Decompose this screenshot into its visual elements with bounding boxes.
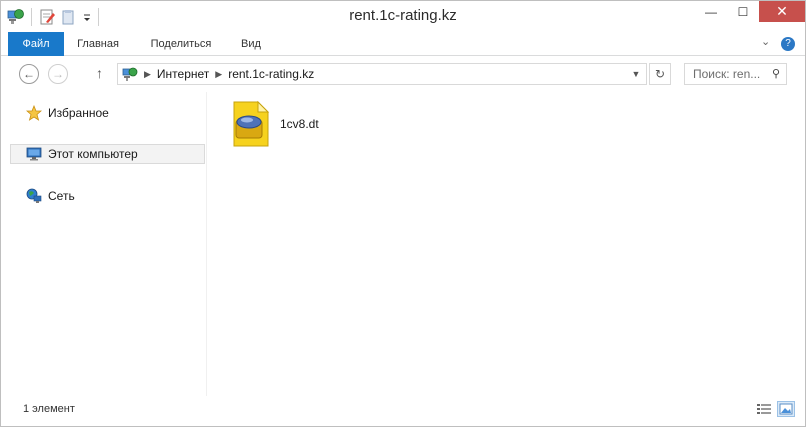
explorer-window: rent.1c-rating.kz — ☐ ✕ Файл Главная Под… xyxy=(0,0,806,427)
large-icons-view-icon[interactable] xyxy=(777,401,795,417)
nav-item-label: Сеть xyxy=(48,189,75,203)
nav-item-label: Избранное xyxy=(48,106,109,120)
network-icon xyxy=(26,188,42,204)
status-bar: 1 элемент xyxy=(1,397,805,426)
file-list: 1cv8.dt xyxy=(208,92,805,396)
tab-home[interactable]: Главная xyxy=(69,32,127,56)
item-count: 1 элемент xyxy=(23,403,75,415)
1c-database-file-icon xyxy=(230,100,270,148)
address-bar[interactable]: ▶ Интернет ▶ rent.1c-rating.kz ▼ xyxy=(117,63,647,85)
address-dropdown-icon[interactable]: ▼ xyxy=(626,64,646,84)
view-switcher xyxy=(755,401,795,417)
file-item[interactable]: 1cv8.dt xyxy=(230,100,319,148)
close-button[interactable]: ✕ xyxy=(759,1,805,22)
search-box[interactable]: ⚲ xyxy=(684,63,787,85)
nav-item-label: Этот компьютер xyxy=(48,147,138,161)
search-icon[interactable]: ⚲ xyxy=(772,67,780,80)
breadcrumb-chevron-icon[interactable]: ▶ xyxy=(215,69,222,80)
forward-button[interactable]: → xyxy=(48,64,68,84)
minimize-button[interactable]: — xyxy=(695,1,727,22)
window-controls: — ☐ ✕ xyxy=(695,1,805,22)
breadcrumb-internet[interactable]: Интернет xyxy=(157,67,209,81)
address-location-icon xyxy=(122,66,138,82)
up-button[interactable]: ↑ xyxy=(96,65,103,81)
breadcrumb-current[interactable]: rent.1c-rating.kz xyxy=(228,67,314,81)
tab-view[interactable]: Вид xyxy=(233,32,269,56)
title-bar: rent.1c-rating.kz — ☐ ✕ xyxy=(1,1,805,32)
navigation-bar: ← → ↑ ▶ Интернет ▶ rent.1c-rating.kz ▼ ↻… xyxy=(1,56,805,92)
file-name: 1cv8.dt xyxy=(280,117,319,131)
nav-item-this-pc[interactable]: Этот компьютер xyxy=(10,144,205,164)
nav-item-network[interactable]: Сеть xyxy=(10,186,205,206)
tab-file[interactable]: Файл xyxy=(8,32,64,56)
computer-icon xyxy=(26,146,42,162)
details-view-icon[interactable] xyxy=(755,401,773,417)
tab-share[interactable]: Поделиться xyxy=(141,32,221,56)
nav-item-favorites[interactable]: Избранное xyxy=(10,103,205,123)
maximize-button[interactable]: ☐ xyxy=(727,1,759,22)
favorites-star-icon xyxy=(25,104,43,121)
ribbon-tabs: Файл Главная Поделиться Вид ⌄ ? xyxy=(1,32,805,56)
breadcrumb-chevron-icon[interactable]: ▶ xyxy=(144,69,151,80)
refresh-button[interactable]: ↻ xyxy=(649,63,671,85)
window-title: rent.1c-rating.kz xyxy=(349,7,457,24)
back-button[interactable]: ← xyxy=(19,64,39,84)
help-icon[interactable]: ? xyxy=(781,37,795,51)
ribbon-expand-icon[interactable]: ⌄ xyxy=(761,35,770,48)
navigation-pane: Избранное Этот компьютер Сеть xyxy=(1,92,207,396)
search-input[interactable] xyxy=(693,67,771,81)
